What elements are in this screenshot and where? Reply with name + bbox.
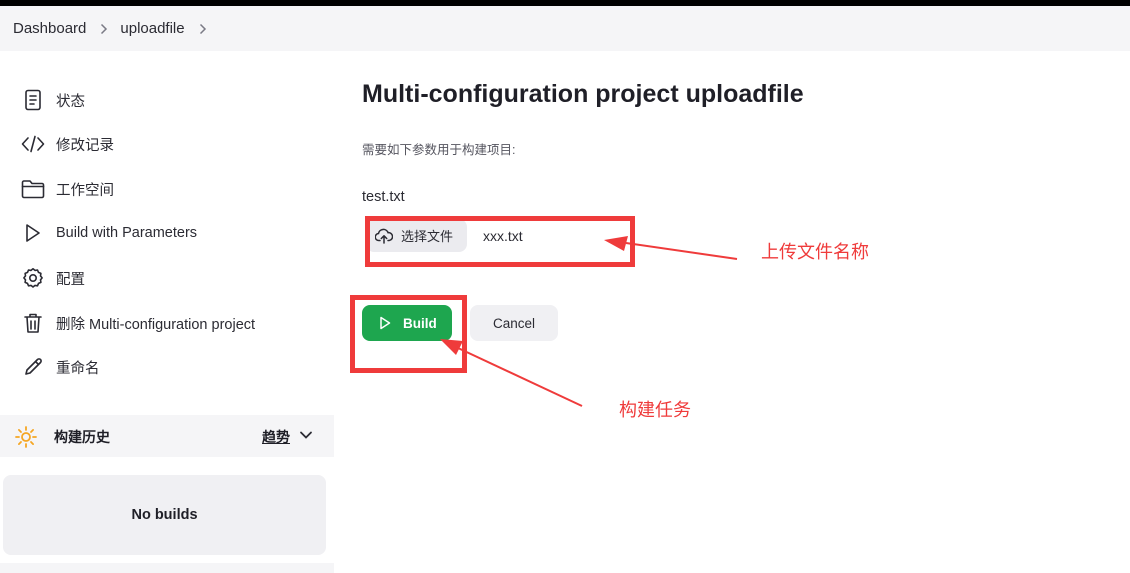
arrowhead-file <box>604 236 628 251</box>
arrow-line-file <box>625 242 738 260</box>
arrowhead-build <box>440 339 463 355</box>
annotation-build-label: 构建任务 <box>619 400 691 421</box>
annotation-upload-label: 上传文件名称 <box>761 242 869 263</box>
annotation-arrows <box>440 236 738 407</box>
arrow-line-build <box>457 347 583 407</box>
